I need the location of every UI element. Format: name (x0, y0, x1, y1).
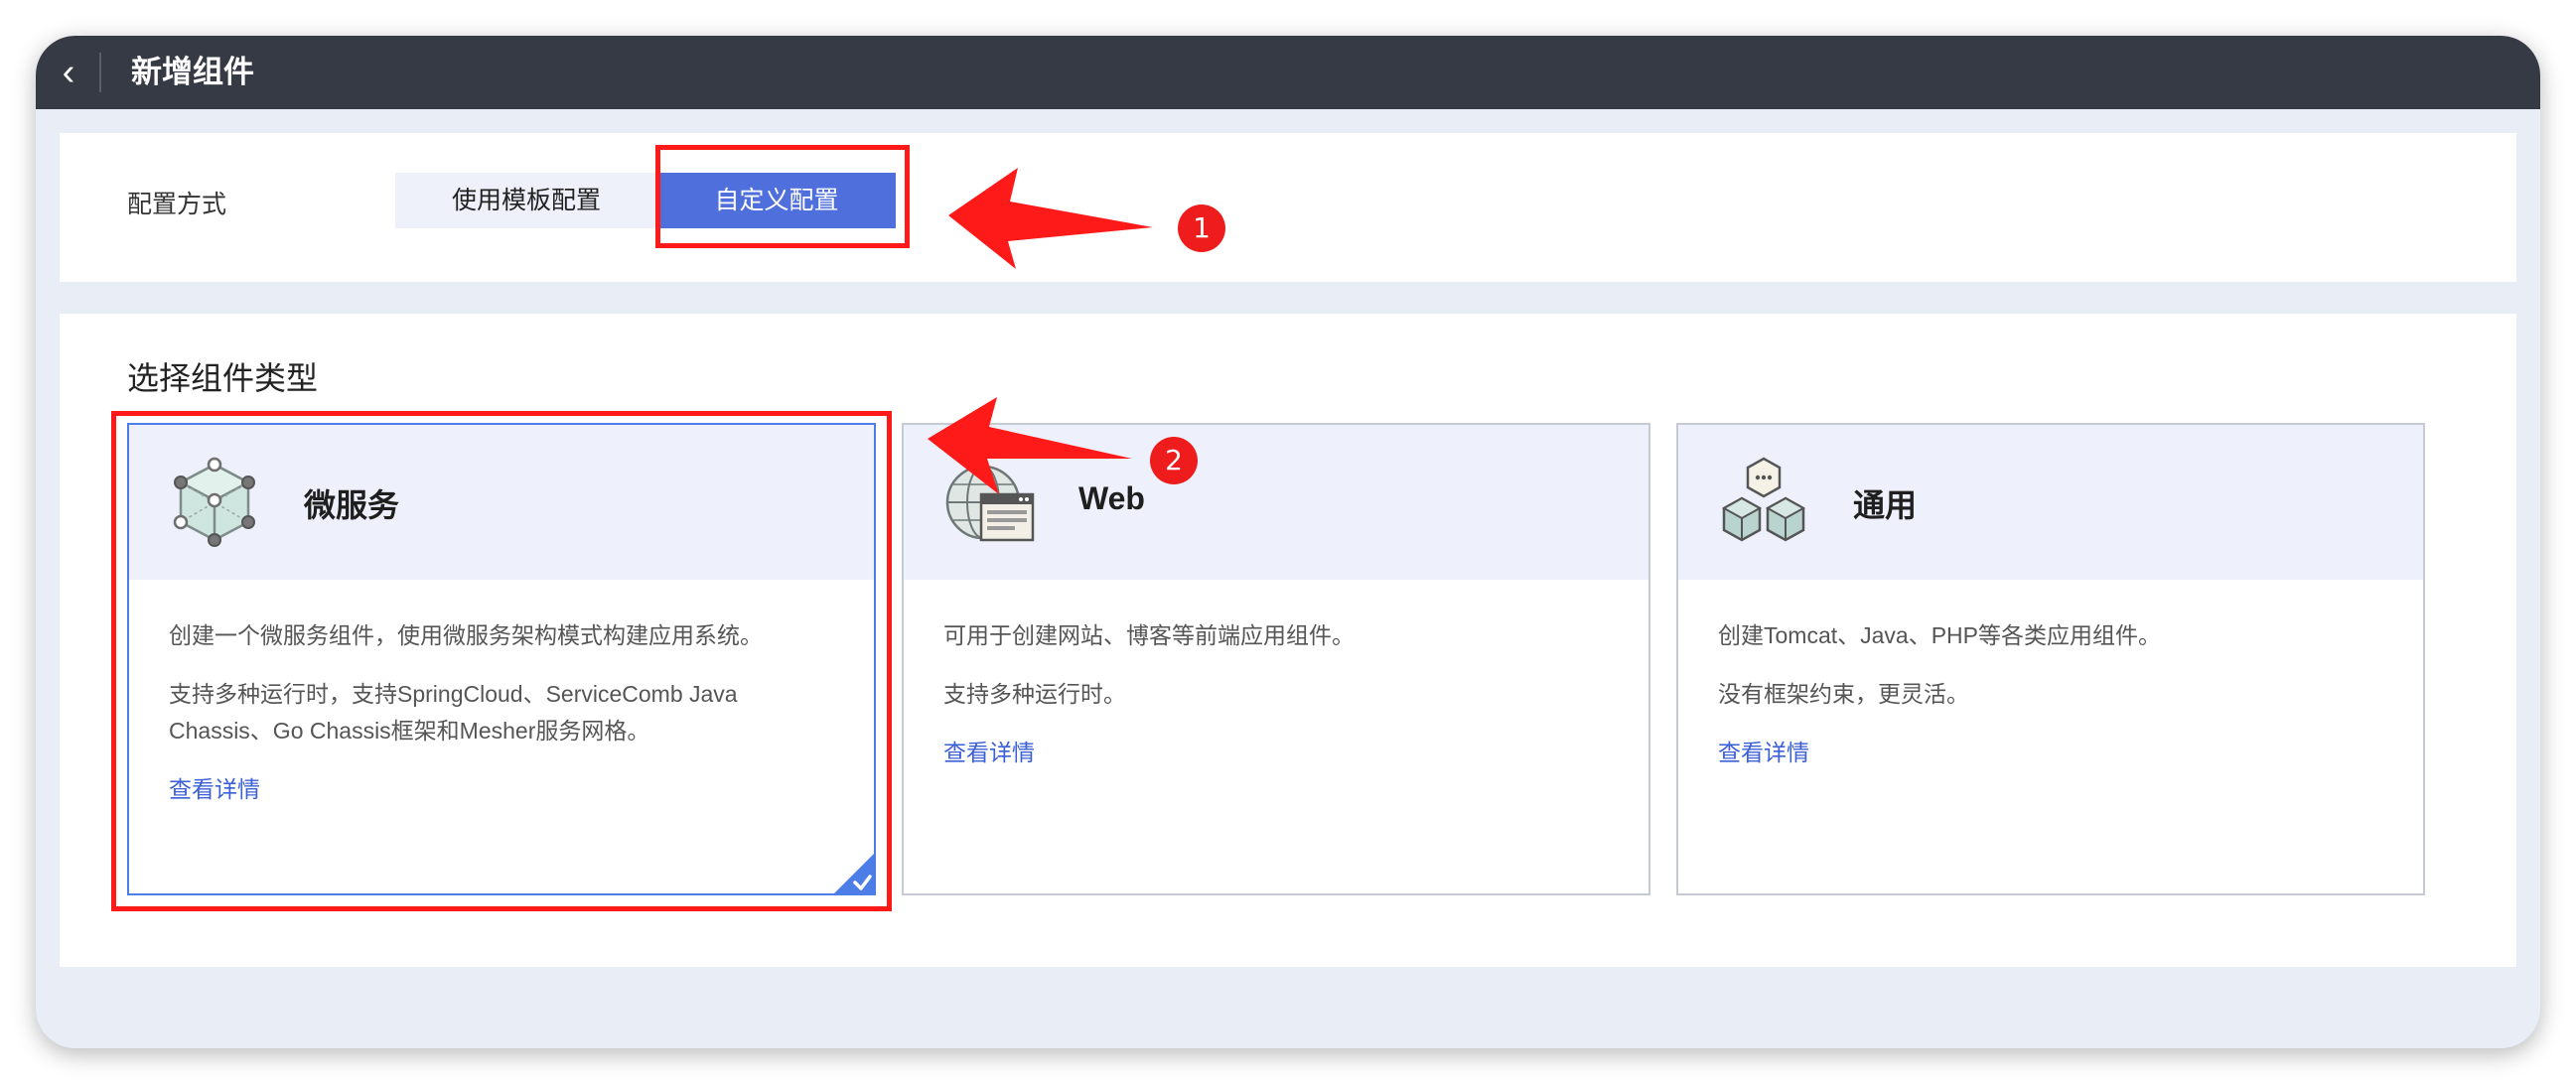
annotation-arrow-2 (928, 397, 1132, 494)
generic-cubes-icon (1716, 455, 1811, 550)
annotation-badge-1: 1 (1178, 204, 1225, 252)
card-title: 通用 (1853, 487, 1918, 523)
config-panel: 配置方式 使用模板配置 自定义配置 (60, 133, 2516, 282)
view-details-link[interactable]: 查看详情 (943, 740, 1035, 765)
annotation-badge-2: 2 (1150, 437, 1198, 484)
annotation-box-2 (111, 411, 892, 911)
title-bar: ‹ 新增组件 (36, 36, 2540, 109)
chevron-left-icon[interactable]: ‹ (42, 48, 95, 97)
title-divider (99, 53, 101, 92)
card-description: 可用于创建网站、博客等前端应用组件。 (943, 622, 1355, 648)
annotation-box-1 (655, 145, 910, 248)
section-title: 选择组件类型 (127, 360, 319, 396)
card-header: 通用 (1678, 425, 2423, 580)
config-method-label: 配置方式 (127, 191, 227, 218)
card-description: 支持多种运行时。 (943, 681, 1126, 707)
view-details-link[interactable]: 查看详情 (1718, 740, 1809, 765)
card-body: 创建Tomcat、Java、PHP等各类应用组件。 没有框架约束，更灵活。 查看… (1718, 617, 2383, 771)
template-config-button[interactable]: 使用模板配置 (395, 173, 657, 228)
card-body: 可用于创建网站、博客等前端应用组件。 支持多种运行时。 查看详情 (943, 617, 1609, 771)
card-description: 没有框架约束，更灵活。 (1718, 681, 1969, 707)
page-title: 新增组件 (131, 55, 254, 89)
card-description: 创建Tomcat、Java、PHP等各类应用组件。 (1718, 622, 2162, 648)
card-generic[interactable]: 通用 创建Tomcat、Java、PHP等各类应用组件。 没有框架约束，更灵活。… (1676, 423, 2425, 895)
annotation-arrow-1 (948, 168, 1153, 269)
